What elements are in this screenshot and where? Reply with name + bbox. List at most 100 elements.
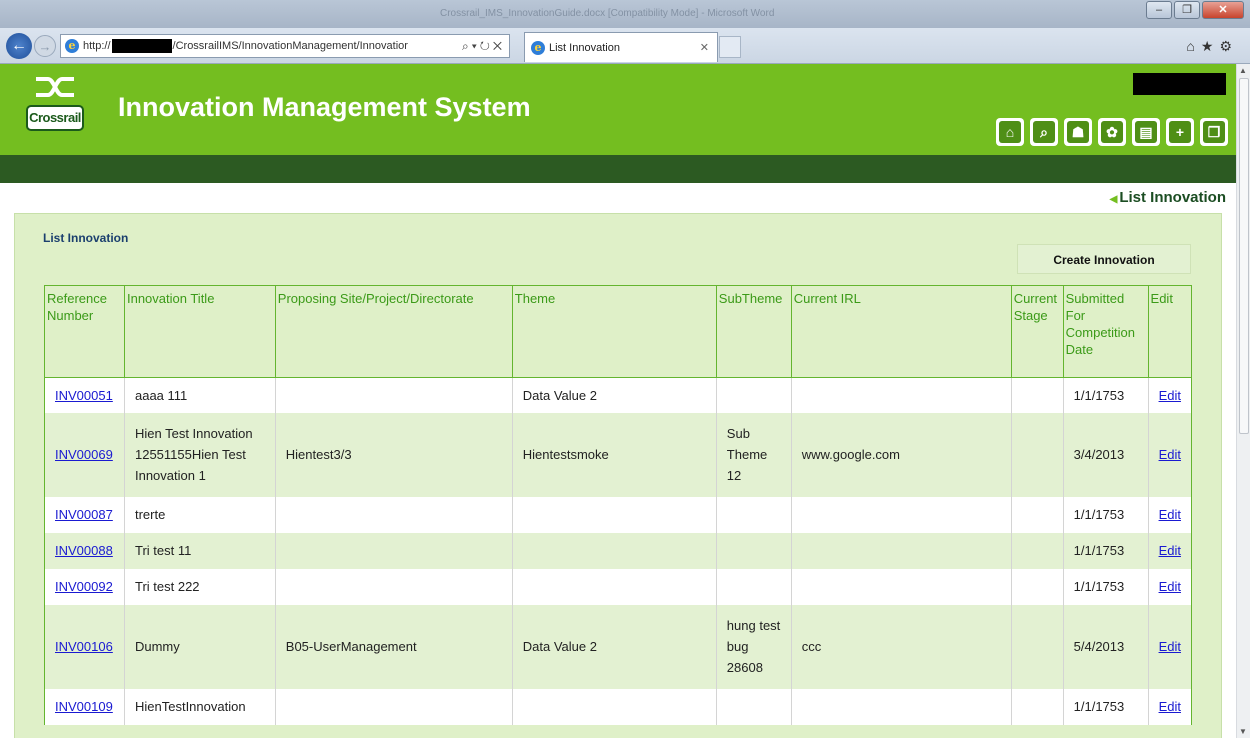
tab-close-icon[interactable]: ✕ xyxy=(700,41,709,54)
pages-icon[interactable]: ❐ xyxy=(1200,118,1228,146)
browser-tab-active[interactable]: e List Innovation ✕ xyxy=(524,32,718,62)
scroll-up-icon[interactable]: ▲ xyxy=(1239,66,1247,75)
table-header-row: Reference Number Innovation Title Propos… xyxy=(44,285,1193,378)
crossrail-logo[interactable]: Crossrail xyxy=(26,71,84,135)
irl-cell: www.google.com xyxy=(790,412,1012,497)
app-title: Innovation Management System xyxy=(118,92,531,122)
browser-navbar: ← → e http:// /CrossrailIMS/InnovationMa… xyxy=(0,28,1250,64)
reference-link[interactable]: INV00088 xyxy=(55,543,113,558)
edit-link[interactable]: Edit xyxy=(1159,447,1181,462)
vertical-scrollbar[interactable]: ▲ ▼ xyxy=(1236,64,1250,738)
user-icon[interactable]: ☗ xyxy=(1064,118,1092,146)
browser-toolbar-icons[interactable]: ⌂★⚙ xyxy=(1186,38,1238,55)
table-row: INV00087 trerte 1/1/1753 Edit xyxy=(44,496,1193,533)
column-header[interactable]: Edit xyxy=(1147,285,1193,378)
title-cell: Hien Test Innovation 12551155Hien Test I… xyxy=(123,412,276,497)
toolbar-icons: ⌂ ⌕ ☗ ✿ ▤ + ❐ xyxy=(996,118,1228,146)
reference-link[interactable]: INV00051 xyxy=(55,388,113,403)
site-cell xyxy=(274,532,513,569)
stage-cell xyxy=(1010,568,1064,605)
redacted-user xyxy=(1133,73,1226,95)
stage-cell xyxy=(1010,532,1064,569)
address-bar[interactable]: e http:// /CrossrailIMS/InnovationManage… xyxy=(60,34,510,58)
minimize-button[interactable]: – xyxy=(1146,1,1172,19)
settings-icon[interactable]: ✿ xyxy=(1098,118,1126,146)
stage-cell xyxy=(1010,496,1064,533)
title-cell: aaaa 111 xyxy=(123,377,276,413)
breadcrumb: ◀ List Innovation xyxy=(1110,189,1226,206)
date-cell: 1/1/1753 xyxy=(1062,496,1149,533)
site-cell: B05-UserManagement xyxy=(274,604,513,689)
column-header[interactable]: Reference Number xyxy=(44,285,125,378)
site-cell xyxy=(274,688,513,725)
back-button[interactable]: ← xyxy=(6,33,32,59)
column-header[interactable]: Theme xyxy=(511,285,717,378)
subtheme-cell xyxy=(715,568,792,605)
column-header[interactable]: Current IRL xyxy=(790,285,1012,378)
subtheme-cell: hung test bug 28608 xyxy=(715,604,792,689)
maximize-button[interactable]: ❐ xyxy=(1174,1,1200,19)
logo-text: Crossrail xyxy=(26,105,84,131)
irl-cell xyxy=(790,532,1012,569)
subtheme-cell xyxy=(715,532,792,569)
edit-link[interactable]: Edit xyxy=(1159,543,1181,558)
subtheme-cell xyxy=(715,496,792,533)
favorites-icon[interactable]: ★ xyxy=(1201,38,1220,54)
table-row: INV00092 Tri test 222 1/1/1753 Edit xyxy=(44,568,1193,605)
column-header[interactable]: Proposing Site/Project/Directorate xyxy=(274,285,513,378)
create-innovation-button[interactable]: Create Innovation xyxy=(1017,244,1191,274)
crossrail-symbol-icon xyxy=(36,77,74,97)
stage-cell xyxy=(1010,688,1064,725)
window-title: Crossrail_IMS_InnovationGuide.docx [Comp… xyxy=(440,8,775,19)
date-cell: 1/1/1753 xyxy=(1062,568,1149,605)
nav-band xyxy=(0,155,1236,183)
subtheme-cell xyxy=(715,688,792,725)
reference-link[interactable]: INV00109 xyxy=(55,699,113,714)
table-row: INV00106 Dummy B05-UserManagement Data V… xyxy=(44,604,1193,689)
site-cell: Hientest3/3 xyxy=(274,412,513,497)
title-cell: Tri test 222 xyxy=(123,568,276,605)
edit-link[interactable]: Edit xyxy=(1159,639,1181,654)
address-tools-icons[interactable]: ⌕▾↻✕ xyxy=(462,39,505,54)
date-cell: 1/1/1753 xyxy=(1062,532,1149,569)
site-cell xyxy=(274,568,513,605)
home-browser-icon[interactable]: ⌂ xyxy=(1186,38,1200,54)
new-tab-button[interactable] xyxy=(719,36,741,58)
panel-title: List Innovation xyxy=(43,231,129,245)
add-icon[interactable]: + xyxy=(1166,118,1194,146)
report-icon[interactable]: ▤ xyxy=(1132,118,1160,146)
theme-cell: Hientestsmoke xyxy=(511,412,717,497)
close-window-button[interactable]: ✕ xyxy=(1202,1,1244,19)
reference-link[interactable]: INV00106 xyxy=(55,639,113,654)
column-header[interactable]: SubTheme xyxy=(715,285,792,378)
reference-link[interactable]: INV00069 xyxy=(55,447,113,462)
tab-ie-icon: e xyxy=(531,40,545,55)
column-header[interactable]: Submitted For Competition Date xyxy=(1062,285,1149,378)
stage-cell xyxy=(1010,412,1064,497)
tools-gear-icon[interactable]: ⚙ xyxy=(1219,38,1238,54)
search-icon[interactable]: ⌕ xyxy=(1030,118,1058,146)
table-row: INV00088 Tri test 11 1/1/1753 Edit xyxy=(44,532,1193,569)
scroll-down-icon[interactable]: ▼ xyxy=(1239,727,1247,736)
address-url-path: /CrossrailIMS/InnovationManagement/Innov… xyxy=(172,40,408,52)
forward-button[interactable]: → xyxy=(34,35,56,57)
column-header[interactable]: Current Stage xyxy=(1010,285,1064,378)
edit-link[interactable]: Edit xyxy=(1159,579,1181,594)
title-cell: HienTestInnovation xyxy=(123,688,276,725)
irl-cell xyxy=(790,688,1012,725)
window-controls: – ❐ ✕ xyxy=(1146,1,1244,19)
title-cell: trerte xyxy=(123,496,276,533)
ie-icon: e xyxy=(65,39,79,53)
home-icon[interactable]: ⌂ xyxy=(996,118,1024,146)
edit-link[interactable]: Edit xyxy=(1159,699,1181,714)
theme-cell: Data Value 2 xyxy=(511,604,717,689)
irl-cell xyxy=(790,568,1012,605)
edit-link[interactable]: Edit xyxy=(1159,388,1181,403)
reference-link[interactable]: INV00092 xyxy=(55,579,113,594)
irl-cell xyxy=(790,496,1012,533)
reference-link[interactable]: INV00087 xyxy=(55,507,113,522)
scroll-thumb[interactable] xyxy=(1239,78,1249,434)
edit-link[interactable]: Edit xyxy=(1159,507,1181,522)
column-header[interactable]: Innovation Title xyxy=(123,285,276,378)
theme-cell xyxy=(511,568,717,605)
